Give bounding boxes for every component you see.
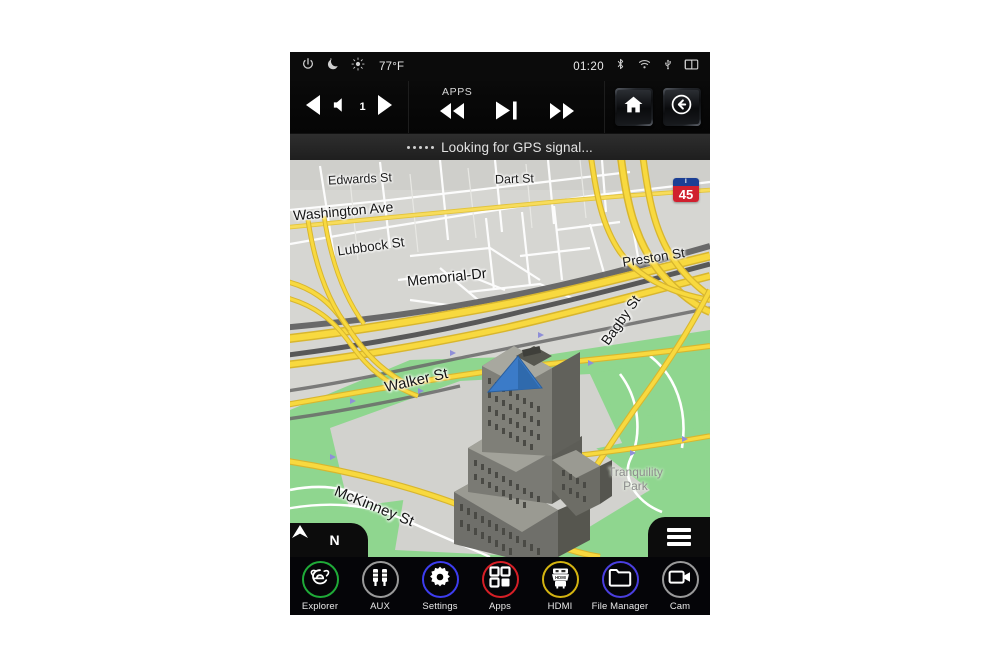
file-manager-ring — [601, 561, 639, 598]
shield-route-number: 45 — [673, 186, 699, 202]
moon-icon[interactable] — [326, 57, 340, 76]
camcorder-icon — [668, 568, 692, 591]
wifi-icon[interactable] — [637, 57, 652, 76]
bluetooth-icon[interactable] — [614, 57, 627, 76]
shield-prefix: I — [673, 178, 699, 186]
dock-item-aux[interactable]: AUX — [352, 561, 408, 612]
dock-item-hdmi[interactable]: HDMI HDMI — [532, 561, 588, 612]
dock-label-settings: Settings — [422, 601, 458, 612]
status-bar: 77°F 01:20 — [290, 52, 710, 82]
highway-shield-i45: I 45 — [673, 178, 699, 202]
gear-icon — [428, 565, 452, 594]
dock-label-apps: Apps — [488, 601, 512, 612]
folder-icon — [608, 567, 632, 592]
dock-label-file-manager: File Manager — [591, 601, 649, 612]
cam-ring — [661, 561, 699, 598]
play-pause-icon[interactable] — [494, 100, 520, 126]
media-control-bar: 1 APPS — [290, 81, 710, 133]
gps-status-bar: Looking for GPS signal... — [290, 133, 710, 162]
map-canvas — [290, 160, 710, 557]
volume-controls: 1 — [290, 81, 409, 133]
gps-status-label: Looking for GPS signal... — [441, 140, 593, 155]
dock-label-explorer: Explorer — [301, 601, 339, 612]
hardware-nav-buttons — [605, 81, 710, 133]
dock-item-apps[interactable]: Apps — [472, 561, 528, 612]
head-unit-screen: 77°F 01:20 1 APPS Looking for GPS signal… — [290, 52, 710, 615]
usb-icon[interactable] — [662, 57, 674, 76]
dock-item-cam[interactable]: Cam — [652, 561, 708, 612]
source-label: APPS — [442, 86, 473, 98]
gps-progress-dots — [407, 146, 435, 149]
skip-previous-icon[interactable] — [437, 101, 467, 126]
speaker-icon[interactable] — [332, 96, 350, 119]
aux-ring — [361, 561, 399, 598]
back-button[interactable] — [662, 88, 701, 126]
dock-item-explorer[interactable]: Explorer — [292, 561, 348, 612]
apps-grid-icon — [489, 566, 511, 593]
window-recents-icon[interactable] — [684, 58, 699, 76]
dock-item-file-manager[interactable]: File Manager — [592, 561, 648, 612]
home-icon — [623, 94, 644, 120]
app-dock: Explorer AUX Settings Apps HDMI HDMI Fil… — [290, 557, 710, 615]
compass-heading-label: N — [329, 532, 340, 548]
skip-next-icon[interactable] — [547, 101, 577, 126]
dock-item-settings[interactable]: Settings — [412, 561, 468, 612]
map-compass-button[interactable]: N — [290, 523, 368, 557]
explorer-ring — [301, 561, 339, 598]
explorer-e-icon — [308, 565, 332, 594]
hdmi-plug-icon: HDMI — [549, 566, 572, 594]
settings-ring — [421, 561, 459, 598]
map-menu-button[interactable] — [648, 517, 710, 557]
transport-controls: APPS — [409, 81, 605, 133]
back-circle-icon — [671, 94, 692, 120]
status-bar-right: 01:20 — [573, 57, 710, 76]
dock-label-cam: Cam — [669, 601, 691, 612]
navigation-map[interactable]: Edwards St Dart St Washington Ave Lubboc… — [290, 160, 710, 557]
page-root: 77°F 01:20 1 APPS Looking for GPS signal… — [0, 0, 1000, 667]
aux-plug-icon — [369, 565, 391, 594]
home-button[interactable] — [614, 88, 653, 126]
svg-text:HDMI: HDMI — [555, 575, 566, 580]
triangle-left-icon[interactable] — [303, 93, 323, 122]
triangle-right-icon[interactable] — [375, 93, 395, 122]
apps-ring — [481, 561, 519, 598]
dock-label-aux: AUX — [370, 601, 390, 612]
hamburger-menu-icon — [667, 528, 691, 546]
volume-level-label: 1 — [359, 101, 366, 113]
power-icon[interactable] — [301, 57, 315, 76]
sun-brightness-icon[interactable] — [351, 57, 365, 76]
clock-label: 01:20 — [573, 60, 604, 73]
status-bar-left: 77°F — [290, 57, 404, 76]
hdmi-ring: HDMI — [541, 561, 579, 598]
dock-label-hdmi: HDMI — [547, 601, 573, 612]
temperature-label: 77°F — [379, 60, 405, 73]
